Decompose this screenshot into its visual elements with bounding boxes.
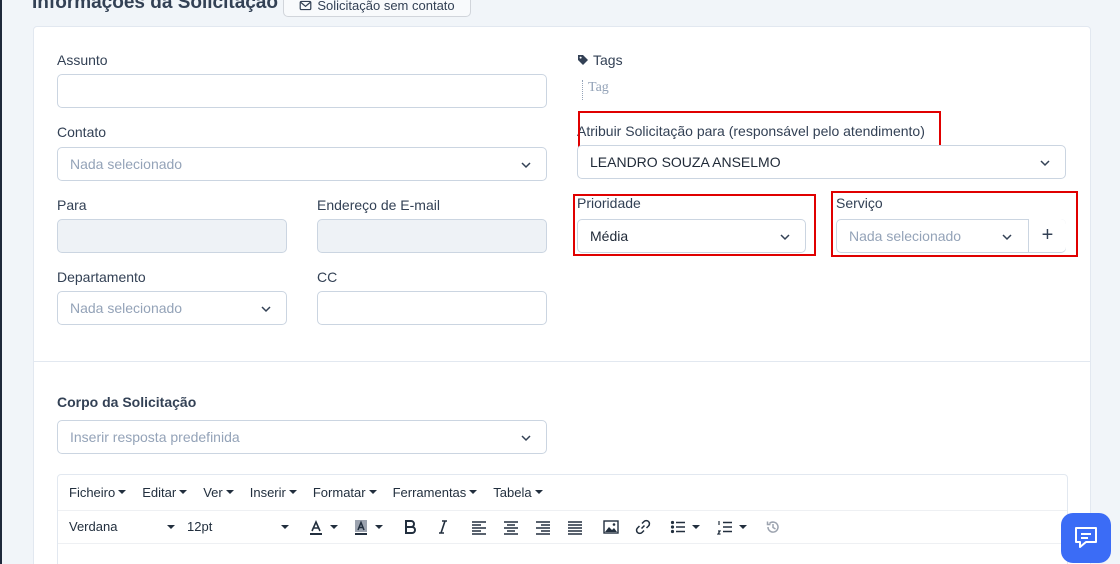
text-color-button[interactable] [308,519,338,535]
page-title: Informações da Solicitação [32,0,279,13]
chat-widget-button[interactable] [1061,513,1111,563]
email-label: Endereço de E-mail [317,197,440,213]
menu-tools-label: Ferramentas [392,484,467,500]
font-family-select[interactable]: Verdana [69,519,175,534]
subject-label: Assunto [57,52,108,68]
rich-text-editor: Ficheiro Editar Ver Inserir Formatar Fer… [57,474,1068,564]
highlight-service [831,191,1078,257]
email-input [317,219,547,253]
no-contact-button[interactable]: Solicitação sem contato [283,0,471,17]
left-edge-rule [0,0,2,564]
editor-menubar: Ficheiro Editar Ver Inserir Formatar Fer… [58,475,1067,509]
menu-file[interactable]: Ficheiro [69,484,127,500]
tags-label-text: Tags [593,52,623,68]
align-left-button[interactable] [471,519,487,535]
bold-button[interactable] [402,519,418,535]
bullet-list-icon [670,520,685,534]
caret-down-icon [225,490,234,494]
menu-edit[interactable]: Editar [142,484,188,500]
menu-format-label: Formatar [312,484,366,500]
align-justify-icon [568,521,582,535]
chevron-down-icon [261,306,271,313]
insert-image-button[interactable] [603,519,619,535]
contact-select[interactable]: Nada selecionado [57,147,547,181]
tag-icon [578,55,588,65]
assign-select[interactable]: LEANDRO SOUZA ANSELMO [577,145,1066,179]
menu-view-label: Ver [203,484,223,500]
highlight-assign [578,111,941,149]
assign-select-value: LEANDRO SOUZA ANSELMO [590,154,781,170]
align-right-icon [536,521,550,535]
menu-view[interactable]: Ver [203,485,234,500]
to-input [57,219,287,253]
caret-down-icon [739,525,747,529]
chevron-down-icon [1040,160,1050,167]
cc-label: CC [317,269,338,285]
menu-tools[interactable]: Ferramentas [393,485,478,500]
history-icon [766,521,779,533]
caret-down-icon [469,490,478,494]
numbered-list-button[interactable] [717,519,747,535]
highlight-priority [573,194,816,256]
menu-insert-label: Inserir [249,484,286,500]
menu-table-label: Tabela [493,484,532,500]
menu-insert[interactable]: Inserir [250,485,297,500]
department-label: Departamento [57,269,146,285]
caret-down-icon [281,525,289,529]
predefined-reply-placeholder: Inserir resposta predefinida [70,429,240,445]
align-right-button[interactable] [535,519,551,535]
contact-select-placeholder: Nada selecionado [70,156,183,172]
menu-table[interactable]: Tabela [493,484,543,500]
align-center-button[interactable] [503,519,519,535]
tags-label: Tags [577,52,623,68]
chevron-down-icon [521,162,531,169]
bold-icon [405,520,416,534]
align-justify-button[interactable] [567,519,583,535]
menu-file-label: Ficheiro [69,484,116,500]
chat-icon [1075,527,1097,548]
caret-down-icon [368,490,377,494]
department-select-placeholder: Nada selecionado [70,300,183,316]
caret-down-icon [288,490,297,494]
font-family-value: Verdana [69,519,118,534]
caret-down-icon [179,490,188,494]
italic-icon [439,520,447,534]
subject-input[interactable] [57,74,547,108]
cc-input[interactable] [317,291,547,325]
menu-format[interactable]: Formatar [313,485,377,500]
caret-down-icon [167,525,175,529]
predefined-reply-select[interactable]: Inserir resposta predefinida [57,420,547,454]
section-divider [33,361,1091,362]
department-select[interactable]: Nada selecionado [57,291,287,325]
align-center-icon [504,521,518,535]
align-left-icon [472,521,486,535]
font-size-select[interactable]: 12pt [187,519,289,534]
tag-input[interactable]: Tag [582,80,609,100]
font-size-value: 12pt [187,519,213,534]
insert-link-button[interactable] [635,519,651,535]
caret-down-icon [692,525,700,529]
caret-down-icon [330,525,338,529]
caret-down-icon [375,525,383,529]
chevron-down-icon [521,435,531,442]
to-label: Para [57,197,87,213]
image-icon [603,520,619,534]
caret-down-icon [534,490,543,494]
envelope-icon [299,0,312,11]
editor-toolbar: Verdana 12pt [58,510,1067,544]
body-section-label: Corpo da Solicitação [57,394,197,410]
history-button[interactable] [765,519,781,535]
caret-down-icon [118,490,127,494]
text-color-icon [310,520,322,535]
numbered-list-icon [717,521,732,535]
link-icon [635,519,651,535]
menu-edit-label: Editar [142,484,177,500]
no-contact-button-label: Solicitação sem contato [317,0,455,13]
bullet-list-button[interactable] [670,519,700,535]
contact-label: Contato [57,124,107,140]
italic-button[interactable] [435,519,451,535]
highlight-color-button[interactable] [353,519,383,535]
background-color-icon [355,520,367,535]
